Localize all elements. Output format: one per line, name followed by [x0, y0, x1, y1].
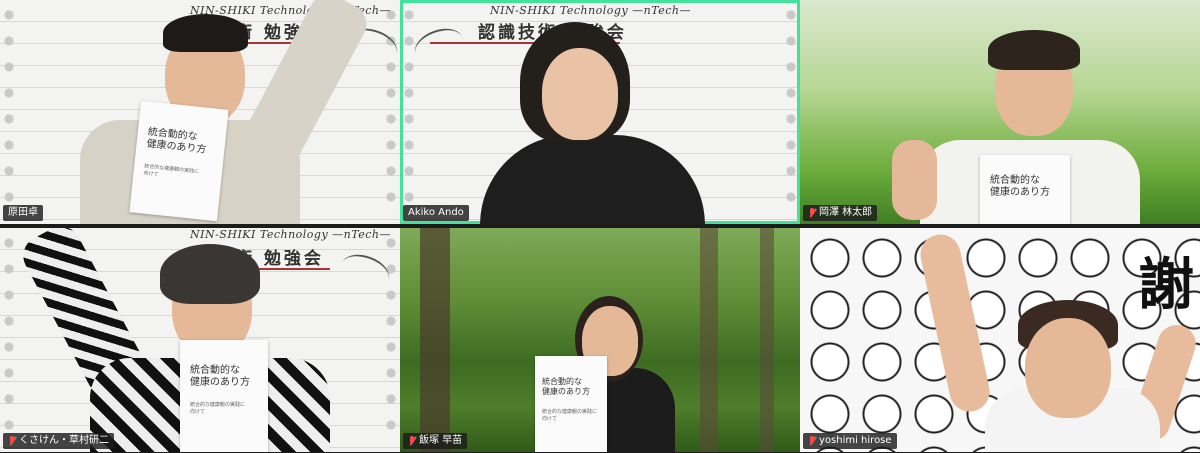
- tree-trunk: [420, 228, 450, 452]
- book-title: 統合動的な 健康のあり方: [542, 377, 590, 397]
- book-title: 統合動的な 健康のあり方: [990, 174, 1050, 198]
- book-subtitle: 統合的な健康観の実践に 向けて: [143, 163, 200, 178]
- video-tile-2[interactable]: NIN-SHIKI Technology —nTech— 認識技術 勉強会 Ak…: [400, 0, 800, 224]
- participant-nameplate: yoshimi hirose: [803, 433, 897, 449]
- backdrop-subtitle: NIN-SHIKI Technology —nTech—: [190, 228, 392, 241]
- participant-nameplate: Akiko Ando: [403, 205, 469, 221]
- notebook-rings: [0, 236, 14, 446]
- video-tile-6[interactable]: 謝 yoshimi hirose: [800, 228, 1200, 452]
- book: 統合動的な 健康のあり方 統合的な健康観の実践に 向けて: [180, 340, 268, 452]
- video-tile-5[interactable]: 統合動的な 健康のあり方 統合的な健康観の実践に 向けて 飯塚 早苗: [400, 228, 800, 452]
- book-title: 統合動的な 健康のあり方: [146, 126, 207, 156]
- tree-trunk: [700, 228, 718, 452]
- tree-trunk: [760, 228, 774, 452]
- video-tile-3[interactable]: 統合動的な 健康のあり方 岡澤 林太郎: [800, 0, 1200, 224]
- video-tile-1[interactable]: NIN-SHIKI Technology —nTech— 技術 勉強会 統合動的…: [0, 0, 400, 224]
- participant-nameplate: 飯塚 早苗: [403, 433, 468, 449]
- participant-name: 飯塚 早苗: [419, 435, 463, 446]
- mic-muted-icon: [808, 207, 816, 219]
- book: 統合動的な 健康のあり方: [980, 155, 1070, 224]
- video-grid: NIN-SHIKI Technology —nTech— 技術 勉強会 統合動的…: [0, 0, 1200, 453]
- participant-nameplate: 原田卓: [3, 205, 43, 221]
- participant-name: yoshimi hirose: [819, 435, 892, 446]
- notebook-rings: [400, 8, 414, 218]
- notebook-rings: [0, 8, 14, 218]
- book-subtitle: 統合的な健康観の実践に 向けて: [190, 401, 246, 415]
- participant-name: Akiko Ando: [408, 207, 464, 218]
- mic-muted-icon: [8, 435, 16, 447]
- notebook-rings: [786, 8, 800, 218]
- mic-muted-icon: [808, 435, 816, 447]
- participant-name: 岡澤 林太郎: [819, 207, 873, 218]
- mic-muted-icon: [408, 435, 416, 447]
- participant-nameplate: 岡澤 林太郎: [803, 205, 878, 221]
- backdrop-subtitle: NIN-SHIKI Technology —nTech—: [490, 4, 692, 17]
- book-title: 統合動的な 健康のあり方: [190, 364, 250, 388]
- participant-name: 原田卓: [8, 207, 38, 218]
- hand-illustration: [410, 22, 468, 70]
- video-tile-4[interactable]: NIN-SHIKI Technology —nTech— 技術 勉強会 統合動的…: [0, 228, 400, 452]
- book: 統合動的な 健康のあり方 統合的な健康観の実践に 向けて: [129, 100, 229, 222]
- book: 統合動的な 健康のあり方 統合的な健康観の実践に 向けて: [535, 356, 607, 452]
- notebook-rings: [386, 236, 400, 446]
- book-subtitle: 統合的な健康観の実践に 向けて: [542, 408, 598, 422]
- participant-name: くさけん・草村研二: [19, 435, 109, 446]
- participant-nameplate: くさけん・草村研二: [3, 433, 114, 449]
- banner-character: 謝: [1138, 253, 1194, 318]
